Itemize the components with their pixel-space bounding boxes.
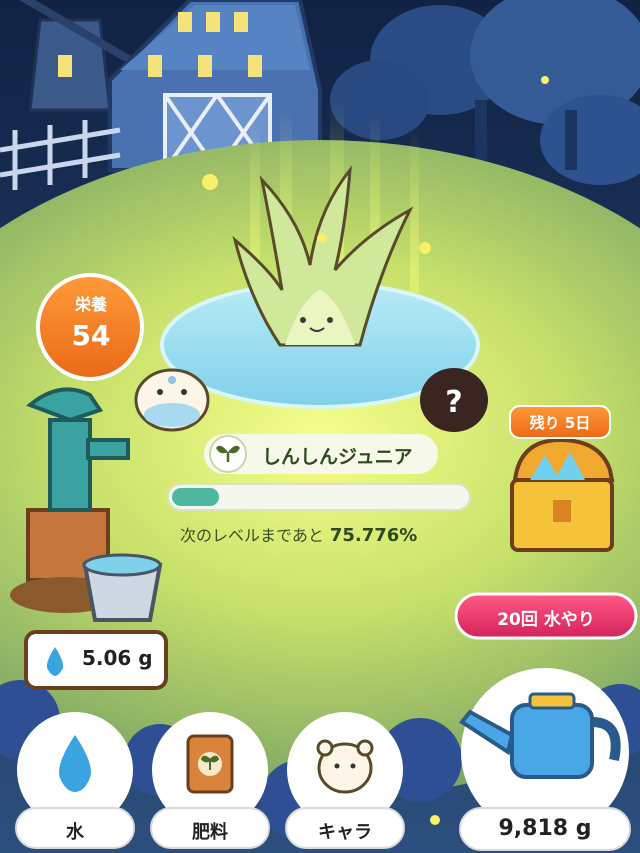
water-20-times-button[interactable]: 20回 水やり [456,594,636,638]
nutrition-badge: 栄養 54 [38,287,144,367]
character-button[interactable]: キャラ [286,712,404,850]
water-20-times-label: 20回 水やり [497,610,595,630]
fertilizer-button[interactable]: 肥料 [151,712,269,850]
hamster-character [134,368,210,432]
plant-name: しんしんジュニア [262,446,413,468]
water-bucket [82,553,163,622]
water-amount-value: 5.06 g [82,646,153,670]
fertilizer-button-label: 肥料 [192,822,228,843]
nutrition-label: 栄養 [74,295,107,314]
water-amount-display: 5.06 g [26,632,166,688]
character-button-label: キャラ [318,822,372,843]
plant-name-row: しんしんジュニア [204,432,484,476]
watering-can-total: 9,818 g [498,816,592,841]
level-remaining-percent: 75.776% [329,525,418,546]
level-remaining-prefix: 次のレベルまであと [180,526,324,545]
chest-days-left-badge: 残り 5日 [510,406,610,438]
watering-can-button[interactable]: 9,818 g [460,668,630,850]
level-progress-fill [172,488,220,506]
svg-text:?: ? [445,385,462,420]
unknown-character: ? [420,368,488,432]
treasure-chest-button[interactable] [508,440,616,555]
water-button-label: 水 [66,822,84,843]
water-button[interactable]: 水 [16,712,134,850]
chest-days-left: 残り 5日 [529,414,591,432]
level-remaining-text: 次のレベルまであと 75.776% [180,522,480,546]
nutrition-value: 54 [71,319,111,352]
